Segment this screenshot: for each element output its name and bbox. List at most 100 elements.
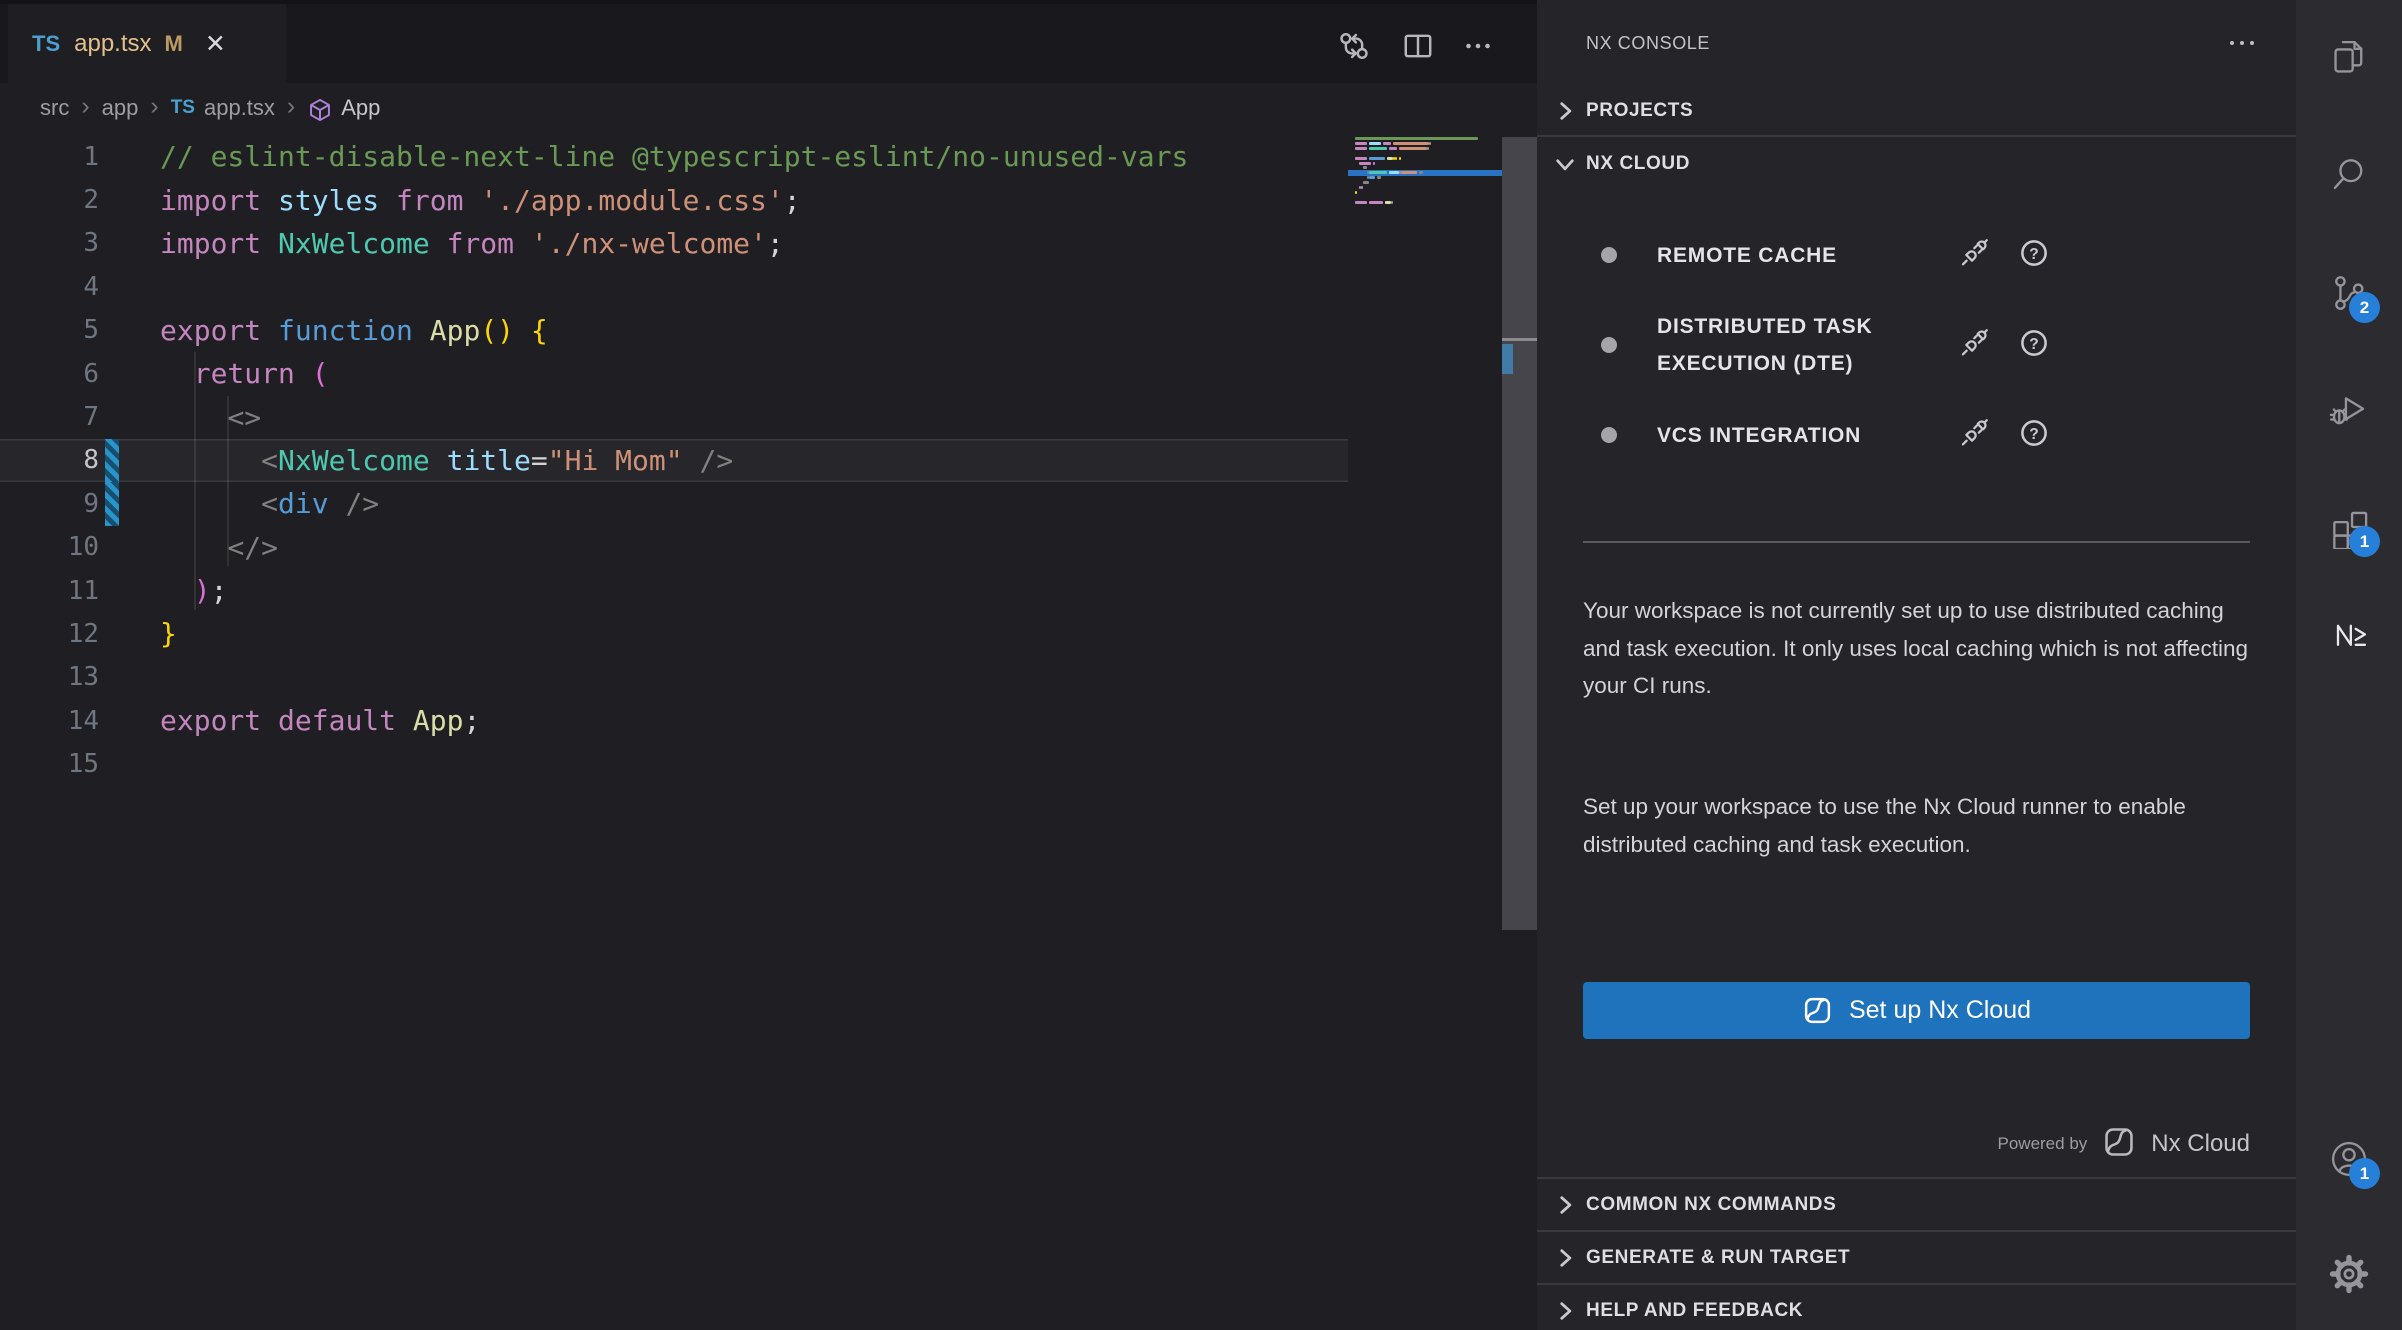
section-label: COMMON NX COMMANDS <box>1586 1194 1836 1216</box>
more-actions-icon[interactable] <box>2226 30 2258 56</box>
line-number: 8 <box>0 445 99 475</box>
code-text: <NxWelcome title="Hi Mom" /> <box>160 444 733 477</box>
section-projects[interactable]: PROJECTS <box>1537 86 2296 137</box>
panel-header: NX CONSOLE <box>1537 0 2296 86</box>
section-label: NX CLOUD <box>1586 153 1690 175</box>
gutter-modified-marker <box>105 699 119 742</box>
line-number: 10 <box>0 532 99 562</box>
divider <box>1583 541 2250 543</box>
section-label: PROJECTS <box>1586 100 1693 122</box>
extensions-icon[interactable]: 1 <box>2327 505 2371 549</box>
section-common-nx-commands[interactable]: COMMON NX COMMANDS <box>1537 1177 2296 1230</box>
line-number: 4 <box>0 272 99 302</box>
code-line[interactable]: 4 <box>0 265 1348 308</box>
code-line[interactable]: 1// eslint-disable-next-line @typescript… <box>0 135 1348 178</box>
typescript-file-icon: TS <box>171 97 195 119</box>
indent-guide <box>227 396 229 566</box>
breadcrumb-symbol[interactable]: App <box>341 95 380 121</box>
code-line[interactable]: 8 <NxWelcome title="Hi Mom" /> <box>0 439 1348 482</box>
account-icon[interactable]: 1 <box>2327 1137 2371 1181</box>
connect-plug-icon[interactable] <box>1957 236 1991 275</box>
code-line[interactable]: 5export function App() { <box>0 309 1348 352</box>
account-badge: 1 <box>2349 1158 2380 1189</box>
code-text: // eslint-disable-next-line @typescript-… <box>160 140 1188 173</box>
settings-gear-icon[interactable] <box>2327 1252 2371 1296</box>
line-number: 9 <box>0 489 99 519</box>
section-nx-cloud[interactable]: NX CLOUD <box>1537 137 2296 190</box>
code-line[interactable]: 9 <div /> <box>0 482 1348 525</box>
code-text: <div /> <box>160 487 379 520</box>
editor-region: TS app.tsx M ✕ src › ap <box>0 0 1537 1330</box>
editor-scrollbar[interactable] <box>1502 0 1537 1330</box>
open-changes-icon[interactable] <box>1335 27 1373 65</box>
nx-console-icon[interactable] <box>2327 613 2371 657</box>
setup-prompt-text: Set up your workspace to use the Nx Clou… <box>1583 788 2259 863</box>
code-line[interactable]: 2 import styles from './app.module.css'; <box>0 178 1348 221</box>
nx-cloud-logo-icon <box>2102 1125 2136 1164</box>
code-line[interactable]: 14export default App; <box>0 699 1348 742</box>
code-line[interactable]: 3 import NxWelcome from './nx-welcome'; <box>0 222 1348 265</box>
minimap[interactable] <box>1348 137 1503 337</box>
code-text: import NxWelcome from './nx-welcome'; <box>160 227 784 260</box>
chevron-right-icon: › <box>150 92 158 121</box>
code-text: import styles from './app.module.css'; <box>160 184 801 217</box>
gutter-modified-marker <box>105 395 119 438</box>
source-control-icon[interactable]: 2 <box>2327 271 2371 315</box>
line-number: 3 <box>0 228 99 258</box>
gutter-modified-marker <box>105 526 119 569</box>
code-editor[interactable]: 1// eslint-disable-next-line @typescript… <box>0 132 1348 1330</box>
help-icon[interactable]: ? <box>2017 416 2051 455</box>
breadcrumb-folder[interactable]: app <box>102 95 139 121</box>
tab-bar: TS app.tsx M ✕ <box>0 0 1537 83</box>
code-line[interactable]: 11 ); <box>0 569 1348 612</box>
code-line[interactable]: 10 </> <box>0 526 1348 569</box>
svg-text:?: ? <box>2029 426 2039 443</box>
tab-app-tsx[interactable]: TS app.tsx M ✕ <box>8 4 286 83</box>
breadcrumb: src › app › TS app.tsx › App <box>0 83 1537 132</box>
nx-cloud-brand: Nx Cloud <box>2151 1130 2250 1158</box>
powered-by-label: Powered by <box>1998 1134 2088 1154</box>
feature-label: VCS INTEGRATION <box>1657 417 1957 454</box>
chevron-right-icon <box>1552 98 1578 124</box>
scm-badge: 2 <box>2349 292 2380 323</box>
gutter-modified-marker <box>105 656 119 699</box>
chevron-right-icon: › <box>287 92 295 121</box>
nx-console-panel: NX CONSOLE PROJECTS NX CLOUD REMOTE CACH… <box>1537 0 2296 1330</box>
section-label: HELP AND FEEDBACK <box>1586 1300 1803 1322</box>
connect-plug-icon[interactable] <box>1957 326 1991 365</box>
section-generate-run-target[interactable]: GENERATE & RUN TARGET <box>1537 1230 2296 1283</box>
breadcrumb-folder[interactable]: src <box>40 95 69 121</box>
more-actions-icon[interactable] <box>1459 27 1497 65</box>
extensions-badge: 1 <box>2349 526 2380 557</box>
line-number: 12 <box>0 619 99 649</box>
help-icon[interactable]: ? <box>2017 326 2051 365</box>
line-number: 11 <box>0 576 99 606</box>
close-icon[interactable]: ✕ <box>205 29 226 59</box>
scrollbar-slider[interactable] <box>1502 137 1537 930</box>
breadcrumb-file[interactable]: app.tsx <box>204 95 275 121</box>
run-and-debug-icon[interactable] <box>2327 388 2371 432</box>
chevron-right-icon <box>1552 1298 1578 1324</box>
section-help-and-feedback[interactable]: HELP AND FEEDBACK <box>1537 1283 2296 1330</box>
gutter-modified-marker <box>105 265 119 308</box>
svg-text:?: ? <box>2029 336 2039 353</box>
split-editor-icon[interactable] <box>1399 27 1437 65</box>
search-icon[interactable] <box>2327 153 2371 197</box>
chevron-right-icon <box>1552 1245 1578 1271</box>
connect-plug-icon[interactable] <box>1957 416 1991 455</box>
gutter-modified-marker <box>105 222 119 265</box>
code-line[interactable]: 15 <box>0 742 1348 785</box>
code-line[interactable]: 7 <> <box>0 395 1348 438</box>
setup-nx-cloud-button[interactable]: Set up Nx Cloud <box>1583 982 2250 1039</box>
activity-bar: 2 1 1 <box>2296 0 2402 1330</box>
code-line[interactable]: 13 <box>0 656 1348 699</box>
line-number: 14 <box>0 706 99 736</box>
help-icon[interactable]: ? <box>2017 236 2051 275</box>
code-line[interactable]: 12} <box>0 612 1348 655</box>
symbol-class-icon <box>307 97 333 123</box>
status-dot-icon <box>1601 247 1617 263</box>
explorer-icon[interactable] <box>2327 36 2371 80</box>
line-number: 7 <box>0 402 99 432</box>
line-number: 2 <box>0 185 99 215</box>
code-line[interactable]: 6 return ( <box>0 352 1348 395</box>
